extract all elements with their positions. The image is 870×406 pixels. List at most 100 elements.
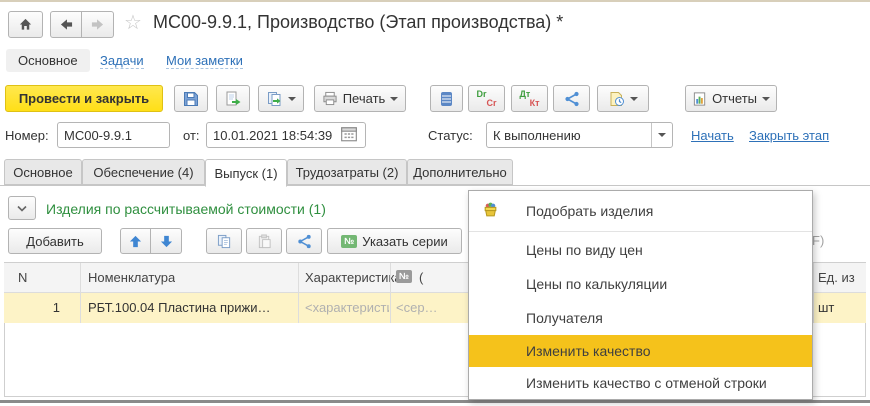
nav-item-main[interactable]: Основное [6, 49, 90, 72]
arrow-up-icon [129, 235, 142, 248]
save-icon [183, 91, 199, 107]
dt-kt-button[interactable]: Дт Кт [511, 85, 548, 112]
chevron-down-icon [17, 205, 27, 212]
structure-links-icon [564, 91, 580, 107]
tab-label: Выпуск (1) [214, 166, 277, 181]
document-clock-icon [609, 91, 625, 107]
tab-label: Трудозатраты (2) [296, 165, 399, 180]
status-select[interactable]: К выполнению [486, 122, 673, 148]
menu-item-izmenit-kachestvo-s-otmenoj[interactable]: Изменить качество с отменой строки [469, 367, 812, 398]
window-title: МС00-9.9.1, Производство (Этап производс… [153, 12, 563, 33]
column-divider [390, 263, 391, 323]
dt-kt-icon: Дт Кт [519, 89, 541, 108]
menu-item-podobrat-izdeliya[interactable]: Подобрать изделия [469, 193, 812, 229]
section-title: Изделия по рассчитываемой стоимости (1) [46, 201, 326, 217]
status-select-caret-box[interactable] [651, 123, 666, 147]
back-button[interactable] [50, 11, 82, 38]
reports-icon [692, 91, 707, 107]
tab-obespechenie[interactable]: Обеспечение (4) [82, 159, 205, 185]
menu-separator [469, 231, 812, 232]
nav-item-notes[interactable]: Мои заметки [166, 53, 243, 69]
row-cell-n[interactable]: 1 [8, 300, 60, 315]
cr-label: Cr [486, 98, 496, 108]
column-header-characteristic[interactable]: Характеристика [305, 270, 402, 285]
post-and-close-label: Провести и закрыть [19, 91, 149, 106]
column-header-series-fragment[interactable]: ( [419, 270, 464, 285]
post-document-button[interactable] [216, 85, 250, 112]
number-input[interactable] [57, 122, 170, 148]
column-divider [80, 263, 81, 323]
menu-item-poluchatelya[interactable]: Получателя [469, 301, 812, 335]
row-cell-unit[interactable]: шт [818, 300, 858, 315]
reports-caret-icon [762, 97, 770, 101]
nav-item-tasks[interactable]: Задачи [100, 53, 144, 69]
tab-vypusk[interactable]: Выпуск (1) [205, 159, 287, 187]
pick-products-icon [482, 201, 499, 221]
calendar-icon[interactable] [340, 125, 358, 146]
specify-series-button[interactable]: № Указать серии [327, 228, 462, 254]
menu-item-tseny-po-vidu-tsen[interactable]: Цены по виду цен [469, 233, 812, 267]
specify-series-label: Указать серии [362, 234, 447, 249]
menu-item-izmenit-kachestvo[interactable]: Изменить качество [469, 335, 812, 367]
back-arrow-icon [59, 18, 74, 31]
date-label: от: [183, 128, 200, 143]
status-caret-icon [658, 133, 666, 137]
structure-links-button[interactable] [553, 85, 590, 112]
print-caret-icon [390, 97, 398, 101]
post-document-icon [225, 91, 241, 107]
favorite-star-icon[interactable]: ☆ [124, 10, 142, 35]
kt-label: Кт [530, 98, 540, 108]
create-based-on-button[interactable] [258, 85, 304, 112]
home-icon [18, 17, 33, 32]
dr-cr-button[interactable]: Dr Cr [468, 85, 505, 112]
create-based-on-icon [267, 91, 283, 107]
search-input-fragment[interactable]: F) [812, 233, 824, 248]
window-top-border [0, 0, 870, 2]
window-bottom-border [0, 400, 870, 403]
copy-button[interactable] [206, 228, 242, 254]
collapse-section-button[interactable] [8, 196, 36, 220]
row-cell-series[interactable]: <сер… [396, 300, 464, 315]
register-records-button[interactable] [430, 85, 463, 112]
tab-trudozatraty[interactable]: Трудозатраты (2) [287, 159, 407, 185]
save-button[interactable] [174, 85, 208, 112]
document-history-button[interactable] [597, 85, 649, 112]
row-cell-characteristic[interactable]: <характеристи… [305, 300, 389, 315]
paste-button[interactable] [246, 228, 282, 254]
reports-label: Отчеты [712, 91, 757, 106]
home-button[interactable] [8, 11, 43, 38]
menu-item-label: Цены по калькуляции [526, 276, 667, 292]
close-stage-link[interactable]: Закрыть этап [749, 128, 829, 143]
row-links-button[interactable] [286, 228, 322, 254]
column-divider [298, 263, 299, 323]
menu-item-label: Изменить качество [526, 343, 651, 359]
move-up-button[interactable] [120, 228, 151, 254]
series-number-icon: № [341, 235, 357, 248]
row-links-icon [297, 234, 312, 249]
start-link[interactable]: Начать [691, 128, 734, 143]
row-cell-nomenclature[interactable]: РБТ.100.04 Пластина прижи… [88, 300, 296, 315]
menu-item-tseny-po-kalkulyatsii[interactable]: Цены по калькуляции [469, 267, 812, 301]
tab-label: Основное [13, 165, 73, 180]
move-down-button[interactable] [151, 228, 182, 254]
reports-button[interactable]: Отчеты [685, 85, 777, 112]
number-label: Номер: [5, 128, 49, 143]
tab-dopolnitelno[interactable]: Дополнительно [407, 159, 513, 185]
tab-osnovnoe[interactable]: Основное [4, 159, 82, 185]
arrow-down-icon [160, 235, 173, 248]
print-label: Печать [343, 91, 386, 106]
add-row-button[interactable]: Добавить [8, 228, 102, 254]
status-label: Статус: [428, 128, 473, 143]
column-header-nomenclature[interactable]: Номенклатура [88, 270, 175, 285]
post-and-close-button[interactable]: Провести и закрыть [5, 85, 163, 112]
column-header-n[interactable]: N [18, 270, 27, 285]
print-button[interactable]: Печать [314, 85, 406, 112]
column-header-series-icon[interactable]: № [396, 270, 412, 283]
forward-button[interactable] [82, 11, 114, 38]
forward-arrow-icon [90, 18, 105, 31]
document-history-caret-icon [630, 97, 638, 101]
add-row-label: Добавить [26, 234, 83, 249]
menu-item-label: Изменить качество с отменой строки [526, 375, 767, 391]
column-divider [813, 263, 814, 323]
column-header-unit[interactable]: Ед. из [818, 270, 862, 285]
